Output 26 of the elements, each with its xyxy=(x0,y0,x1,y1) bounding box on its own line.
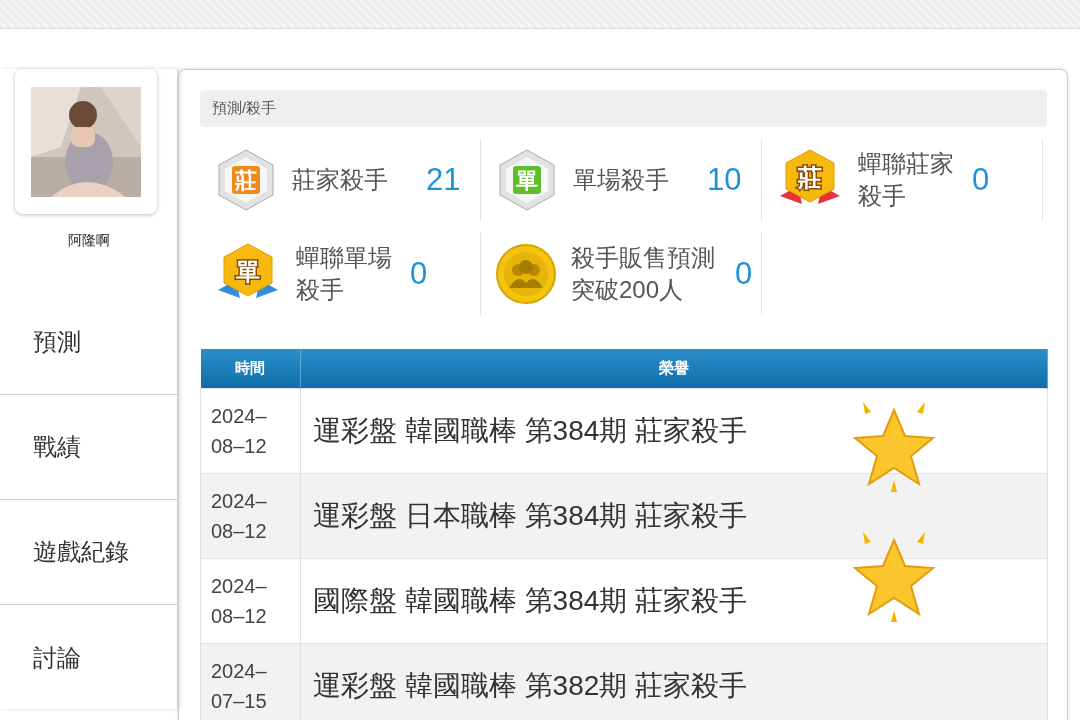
achievement-count: 0 xyxy=(972,162,990,198)
date-cell: 2024–08–12 xyxy=(200,558,301,644)
user-name: 阿隆啊 xyxy=(66,232,111,250)
menu-item[interactable]: 遊戲紀錄 xyxy=(0,500,177,605)
honor-cell: 運彩盤 韓國職棒 第382期 莊家殺手 xyxy=(300,643,1048,720)
menu-item[interactable]: 討論 xyxy=(0,605,177,710)
menu-item[interactable]: 戰績 xyxy=(0,395,177,500)
column-header: 榮譽 xyxy=(300,349,1048,389)
menu-item[interactable]: 預測 xyxy=(0,290,177,395)
achievement-count: 0 xyxy=(735,256,753,292)
column-header: 時間 xyxy=(200,349,301,389)
achievement-count: 21 xyxy=(426,162,461,198)
achievement-label: 殺手販售預測突破200人 xyxy=(571,242,716,305)
honor-cell: 運彩盤 日本職棒 第384期 莊家殺手 xyxy=(300,473,1048,559)
achievement-count: 10 xyxy=(707,162,742,198)
honor-cell: 運彩盤 韓國職棒 第384期 莊家殺手 xyxy=(300,388,1048,474)
achievement-label: 單場殺手 xyxy=(573,164,670,195)
achievement-count: 0 xyxy=(410,256,428,292)
breadcrumb: 預測/殺手 xyxy=(200,90,1047,127)
date-cell: 2024–08–12 xyxy=(200,473,301,559)
date-cell: 2024–08–12 xyxy=(200,388,301,474)
date-cell: 2024–07–15 xyxy=(200,643,301,720)
achievement-label: 蟬聯單場殺手 xyxy=(296,242,393,305)
achievement-label: 蟬聯莊家殺手 xyxy=(858,148,955,211)
achievement-label: 莊家殺手 xyxy=(292,164,389,195)
coin-badge-icon xyxy=(495,243,557,305)
